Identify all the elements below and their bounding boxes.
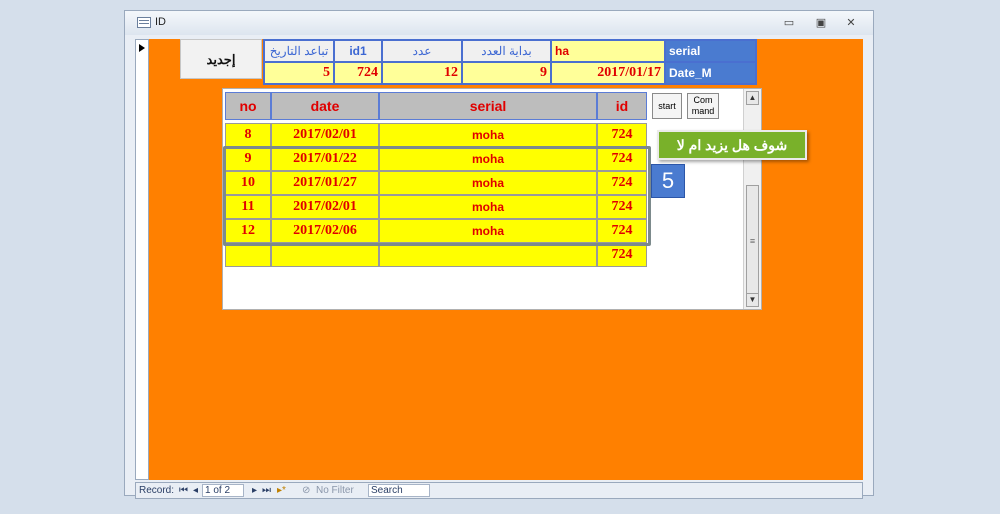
no-filter-label[interactable]: No Filter <box>316 485 354 496</box>
cell-serial[interactable] <box>379 243 597 267</box>
command-button[interactable]: Com mand <box>687 93 719 119</box>
label-serial: serial <box>664 39 757 63</box>
record-position-input[interactable]: 1 of 2 <box>202 484 244 497</box>
label-count: عدد <box>381 39 463 63</box>
next-record-icon[interactable]: ▸ <box>252 485 257 496</box>
window-title: ID <box>155 16 166 28</box>
scroll-up-icon[interactable]: ▲ <box>746 91 759 105</box>
column-header-no[interactable]: no <box>225 92 271 120</box>
close-button[interactable]: ✕ <box>841 15 861 31</box>
record-navigation-bar: Record: ⏮ ◂ 1 of 2 ▸ ⏭ ▸* ⊘ No Filter Se… <box>135 482 863 499</box>
annotation-callout: شوف هل يزيد ام لا <box>657 130 807 160</box>
column-header-date[interactable]: date <box>271 92 379 120</box>
scroll-down-icon[interactable]: ▼ <box>746 293 759 307</box>
cell-id[interactable]: 724 <box>597 123 647 147</box>
count-value[interactable]: 12 <box>381 61 463 85</box>
title-bar: ID ▭ ▣ ✕ <box>125 11 873 35</box>
vertical-scrollbar[interactable]: ▲ ≡ ▼ <box>743 89 761 309</box>
cell-no[interactable] <box>225 243 271 267</box>
filter-icon[interactable]: ⊘ <box>302 485 310 496</box>
first-record-icon[interactable]: ⏮ <box>179 485 188 496</box>
label-date-m: Date_M <box>664 61 757 85</box>
column-header-id[interactable]: id <box>597 92 647 120</box>
form-detail-area: إجديد تباعد التاريخ id1 عدد بداية العدد … <box>149 39 863 480</box>
cell-date[interactable] <box>271 243 379 267</box>
minimize-button[interactable]: ▭ <box>779 15 799 31</box>
record-selector[interactable] <box>135 39 149 480</box>
current-record-arrow-icon <box>139 44 145 52</box>
restore-button[interactable]: ▣ <box>811 15 831 31</box>
cell-id[interactable]: 724 <box>597 243 647 267</box>
cell-serial[interactable]: moha <box>379 123 597 147</box>
cell-no[interactable]: 8 <box>225 123 271 147</box>
cell-date[interactable]: 2017/02/01 <box>271 123 379 147</box>
access-form-window: ID ▭ ▣ ✕ إجديد تباعد التاريخ id1 عدد بدا… <box>124 10 874 499</box>
step-number-badge: 5 <box>651 164 685 198</box>
previous-record-icon[interactable]: ◂ <box>193 485 198 496</box>
label-start-count: بداية العدد <box>461 39 552 63</box>
scroll-thumb[interactable]: ≡ <box>746 185 759 295</box>
highlight-rectangle <box>223 146 651 246</box>
date-value[interactable]: 2017/01/17 <box>550 61 666 85</box>
start-button[interactable]: start <box>652 93 682 119</box>
record-label: Record: <box>139 485 175 496</box>
search-input[interactable]: Search <box>368 484 430 497</box>
id1-value[interactable]: 724 <box>333 61 383 85</box>
column-header-serial[interactable]: serial <box>379 92 597 120</box>
date-gap-value[interactable]: 5 <box>263 61 335 85</box>
last-record-icon[interactable]: ⏭ <box>262 485 271 496</box>
new-record-icon[interactable]: ▸* <box>277 485 286 496</box>
label-id1: id1 <box>333 39 383 63</box>
serial-input-field[interactable]: ha <box>550 39 666 63</box>
label-date-gap: تباعد التاريخ <box>263 39 335 63</box>
form-icon <box>137 17 151 28</box>
new-button[interactable]: إجديد <box>180 39 262 79</box>
start-count-value[interactable]: 9 <box>461 61 552 85</box>
